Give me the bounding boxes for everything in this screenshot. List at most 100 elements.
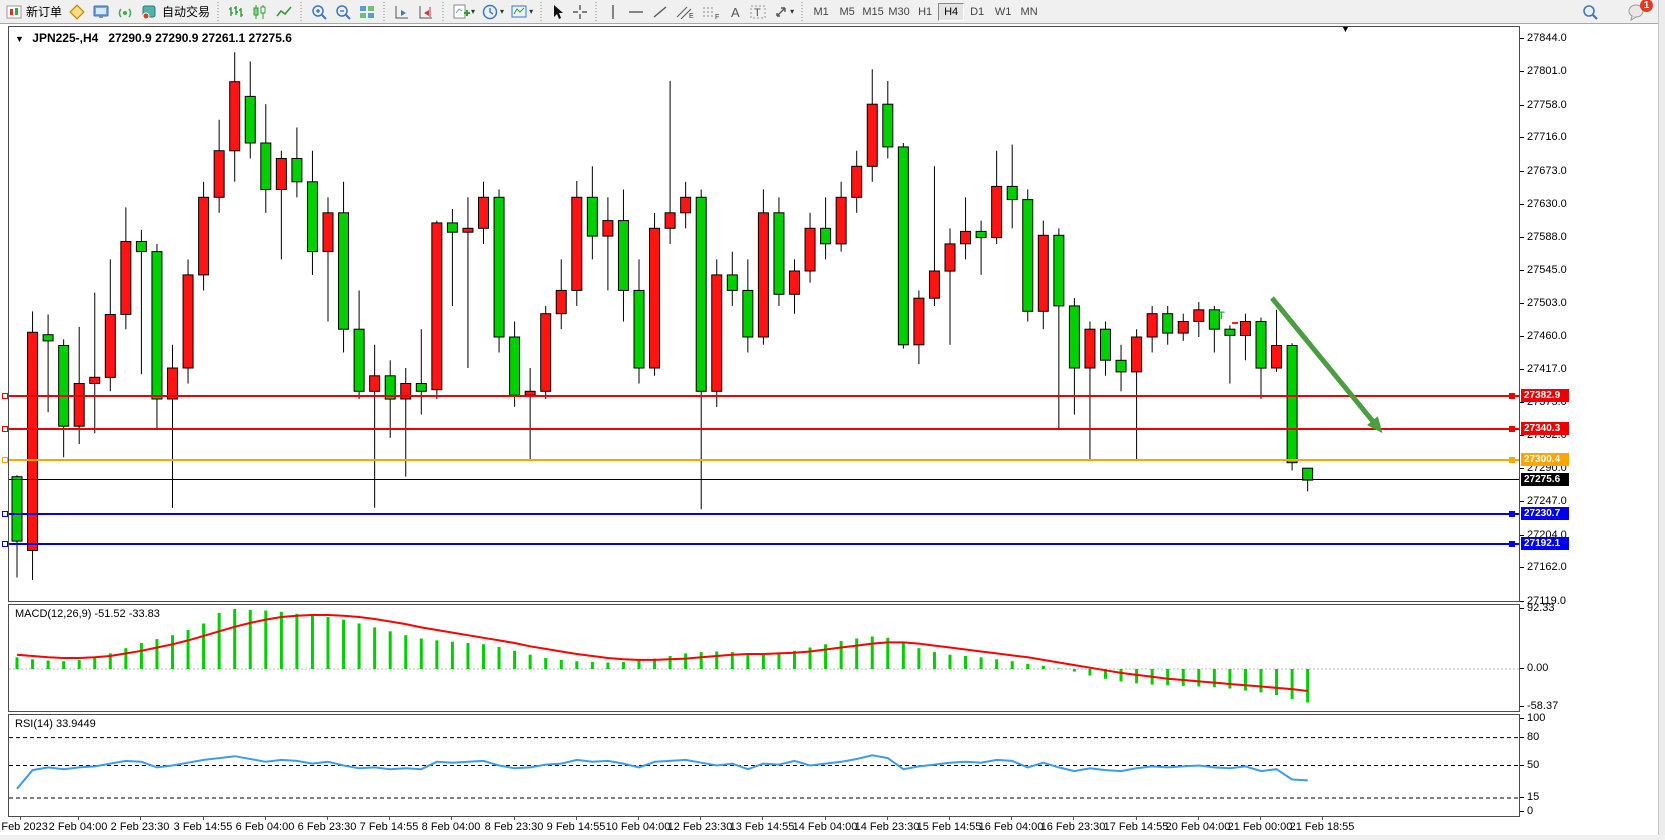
timeframe-w1[interactable]: W1 [990, 3, 1016, 21]
horizontal-line-button[interactable] [624, 2, 648, 22]
macd-axis-tick: 92.33 [1527, 602, 1555, 614]
chart-symbol-period: JPN225-,H4 [32, 31, 98, 45]
market-watch-button[interactable] [89, 2, 113, 22]
text-label-button[interactable]: T [746, 2, 770, 22]
search-button[interactable] [1578, 2, 1602, 22]
timeframe-m1[interactable]: M1 [808, 3, 834, 21]
period-button[interactable]: ▾ [478, 2, 507, 22]
line-handle[interactable] [2, 393, 8, 399]
timeframe-h4[interactable]: H4 [938, 3, 964, 21]
autotrade-icon [140, 3, 158, 21]
price-level-tag: 27340.3 [1521, 422, 1569, 435]
crosshair-button[interactable] [569, 2, 591, 22]
line-handle[interactable] [2, 511, 8, 517]
toolbar-separator [593, 2, 600, 22]
bar-chart-button[interactable] [224, 2, 248, 22]
history-center-button[interactable] [65, 2, 89, 22]
line-handle[interactable] [1509, 393, 1515, 399]
symbol-dropdown-icon[interactable]: ▼ [15, 34, 24, 44]
line-chart-button[interactable] [272, 2, 296, 22]
horizontal-level-line[interactable] [9, 543, 1519, 545]
candlestick-chart-icon [251, 3, 269, 21]
time-axis-label: 6 Feb 23:30 [298, 821, 357, 833]
line-handle[interactable] [1509, 511, 1515, 517]
new-order-button[interactable] [3, 2, 25, 22]
autotrade-button[interactable] [137, 2, 161, 22]
signals-button[interactable] [113, 2, 137, 22]
chevron-down-icon: ▾ [790, 7, 794, 16]
fibonacci-button[interactable]: F [698, 2, 724, 22]
rsi-panel[interactable]: RSI(14) 33.9449 [8, 714, 1520, 817]
time-axis-label: 16 Feb 04:00 [979, 821, 1044, 833]
chevron-down-icon: ▾ [500, 7, 504, 16]
line-handle[interactable] [2, 457, 8, 463]
line-handle[interactable] [2, 541, 8, 547]
main-chart-panel[interactable]: ▼ JPN225-,H4 27290.9 27290.9 27261.1 272… [8, 26, 1520, 602]
text-button[interactable]: A [724, 2, 746, 22]
macd-panel[interactable]: MACD(12,26,9) -51.52 -33.83 [8, 604, 1520, 712]
candlestick-chart-button[interactable] [248, 2, 272, 22]
time-axis-label: 8 Feb 23:30 [485, 821, 544, 833]
chevron-down-icon: ▾ [471, 7, 475, 16]
ohlc-high: 27290.9 [155, 31, 198, 45]
template-icon [510, 3, 528, 21]
macd-axis-tick: -58.37 [1527, 700, 1558, 712]
vertical-line-button[interactable] [602, 2, 624, 22]
window-bottom-edge [0, 835, 1665, 840]
window-scrollbar[interactable] [1658, 0, 1665, 840]
rsi-axis-tick: 80 [1527, 731, 1539, 743]
time-axis-label: 21 Feb 18:55 [1290, 821, 1355, 833]
chevron-down-icon: ▾ [529, 7, 533, 16]
mt4-window: 新订单 自动交易 [0, 0, 1665, 840]
timeframe-d1[interactable]: D1 [964, 3, 990, 21]
new-chart-button[interactable]: ▾ [449, 2, 478, 22]
zoom-out-button[interactable] [331, 2, 355, 22]
line-handle[interactable] [1509, 541, 1515, 547]
timeframe-m30[interactable]: M30 [886, 3, 912, 21]
timeframe-h1[interactable]: H1 [912, 3, 938, 21]
line-handle[interactable] [1509, 457, 1515, 463]
time-axis-label: 15 Feb 14:55 [917, 821, 982, 833]
autotrade-label[interactable]: 自动交易 [162, 3, 210, 20]
cursor-button[interactable] [547, 2, 569, 22]
horizontal-level-line[interactable] [9, 513, 1519, 515]
horizontal-level-line[interactable] [9, 395, 1519, 397]
time-axis-label: 14 Feb 23:30 [855, 821, 920, 833]
horizontal-level-line[interactable] [9, 459, 1519, 461]
line-handle[interactable] [2, 426, 8, 432]
chat-bubble-icon: 1 [1627, 3, 1647, 21]
tile-windows-button[interactable] [355, 2, 379, 22]
ohlc-low: 27261.1 [202, 31, 245, 45]
rsi-axis-tick: 0 [1527, 805, 1533, 817]
timeframe-toolbar: M1M5M15M30H1H4D1W1MN [808, 3, 1042, 21]
new-order-label[interactable]: 新订单 [26, 3, 62, 20]
timeframe-m5[interactable]: M5 [834, 3, 860, 21]
zoom-in-icon [310, 3, 328, 21]
time-axis-label: 2 Feb 04:00 [49, 821, 108, 833]
arrows-button[interactable]: ▾ [770, 2, 797, 22]
toolbar-separator [381, 2, 388, 22]
time-axis-label: 7 Feb 14:55 [360, 821, 419, 833]
channel-icon: E [675, 4, 695, 20]
line-handle[interactable] [1509, 426, 1515, 432]
timeframe-m15[interactable]: M15 [860, 3, 886, 21]
time-axis-label: 13 Feb 14:55 [730, 821, 795, 833]
new-chart-icon [452, 3, 470, 21]
trendline-button[interactable] [648, 2, 672, 22]
template-button[interactable]: ▾ [507, 2, 536, 22]
auto-scroll-button[interactable] [390, 2, 414, 22]
price-axis-tick: 27673.0 [1527, 165, 1567, 177]
channel-button[interactable]: E [672, 2, 698, 22]
rsi-axis-tick: 15 [1527, 791, 1539, 803]
price-axis-tick: 27545.0 [1527, 264, 1567, 276]
time-axis-label: 10 Feb 04:00 [606, 821, 671, 833]
chart-shift-button[interactable] [414, 2, 438, 22]
price-axis-tick: 27417.0 [1527, 363, 1567, 375]
zoom-in-button[interactable] [307, 2, 331, 22]
notifications-button[interactable]: 1 [1624, 2, 1650, 22]
timeframe-mn[interactable]: MN [1016, 3, 1042, 21]
text-a-icon: A [727, 4, 743, 20]
bar-chart-icon [227, 3, 245, 21]
horizontal-level-line[interactable] [9, 428, 1519, 430]
price-axis-tick: 27801.0 [1527, 65, 1567, 77]
